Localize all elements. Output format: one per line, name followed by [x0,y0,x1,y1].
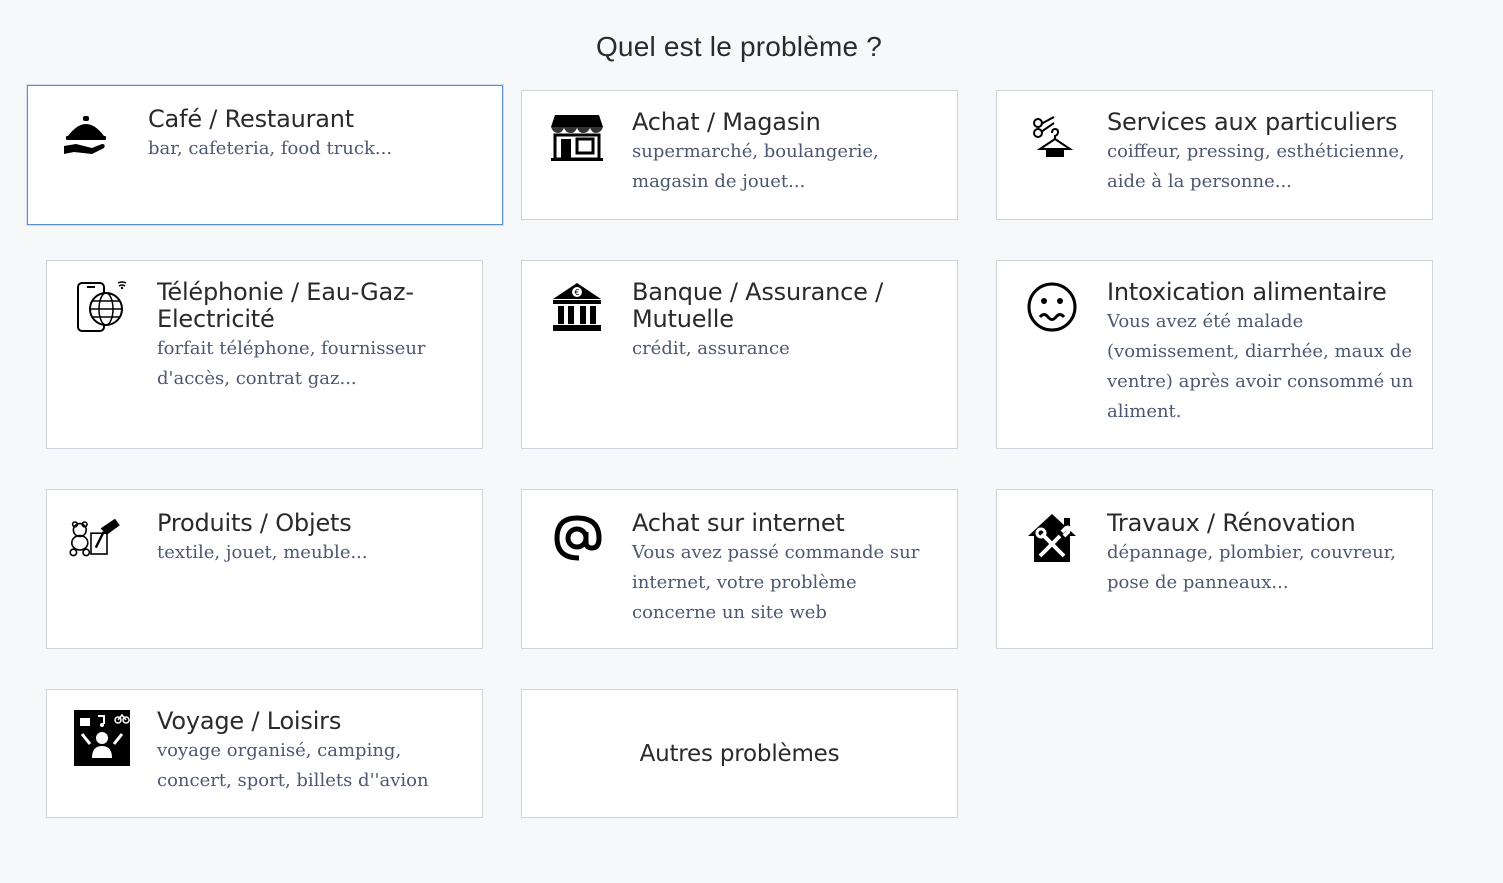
card-title: Services aux particuliers [1107,108,1398,136]
category-card-achat-magasin[interactable]: Achat / Magasin supermarché, boulangerie… [521,90,958,220]
category-card-cafe-restaurant[interactable]: Café / Restaurant bar, cafeteria, food t… [27,85,503,225]
storefront-icon [549,109,605,165]
house-tools-icon [1024,510,1080,566]
card-title: Achat / Magasin [632,108,821,136]
card-description: Vous avez été malade (vomissement, diarr… [1107,311,1414,422]
card-title: Produits / Objets [157,509,352,537]
toys-tools-icon [67,510,123,566]
card-description: textile, jouet, meuble... [157,542,368,563]
card-title: Café / Restaurant [148,105,355,133]
category-card-travaux-renovation[interactable]: Travaux / Rénovation dépannage, plombier… [996,489,1433,649]
card-description: crédit, assurance [632,338,790,359]
page-title: Quel est le problème ? [595,30,883,62]
svg-text:€: € [574,288,579,297]
card-title: Voyage / Loisirs [157,707,342,735]
at-sign-icon [549,510,605,566]
category-card-produits-objets[interactable]: Produits / Objets textile, jouet, meuble… [46,489,483,649]
category-card-voyage-loisirs[interactable]: Voyage / Loisirs voyage organisé, campin… [46,689,483,818]
card-description: voyage organisé, camping, concert, sport… [157,740,429,791]
card-description: coiffeur, pressing, esthéticienne, aide … [1107,141,1405,192]
bank-icon: € [549,279,605,335]
leisure-person-icon [74,710,130,766]
category-card-intoxication[interactable]: Intoxication alimentaire Vous avez été m… [996,260,1433,449]
category-card-telephonie-energie[interactable]: Téléphonie / Eau-Gaz-Electricité forfait… [46,260,483,449]
phone-globe-icon [74,279,130,335]
card-description: dépannage, plombier, couvreur, pose de p… [1107,542,1397,593]
category-card-autres-problemes[interactable]: Autres problèmes [521,689,958,818]
card-title: Banque / Assurance / Mutuelle [632,278,884,333]
card-title: Intoxication alimentaire [1107,278,1387,306]
category-card-banque-assurance[interactable]: € Banque / Assurance / Mutuelle crédit, … [521,260,958,449]
card-description: Vous avez passé commande sur internet, v… [632,542,920,623]
card-title: Téléphonie / Eau-Gaz-Electricité [157,278,414,333]
cloche-serving-icon [58,106,114,162]
category-card-achat-internet[interactable]: Achat sur internet Vous avez passé comma… [521,489,958,649]
card-description: supermarché, boulangerie, magasin de jou… [632,141,879,192]
sick-face-icon [1024,279,1080,335]
card-title: Achat sur internet [632,509,845,537]
card-description: forfait téléphone, fournisseur d'accès, … [157,338,426,389]
category-card-services-particuliers[interactable]: Services aux particuliers coiffeur, pres… [996,90,1433,220]
card-title: Travaux / Rénovation [1107,509,1356,537]
card-description: bar, cafeteria, food truck... [148,138,393,159]
scissors-hanger-icon [1024,109,1080,165]
card-title: Autres problèmes [639,740,840,767]
